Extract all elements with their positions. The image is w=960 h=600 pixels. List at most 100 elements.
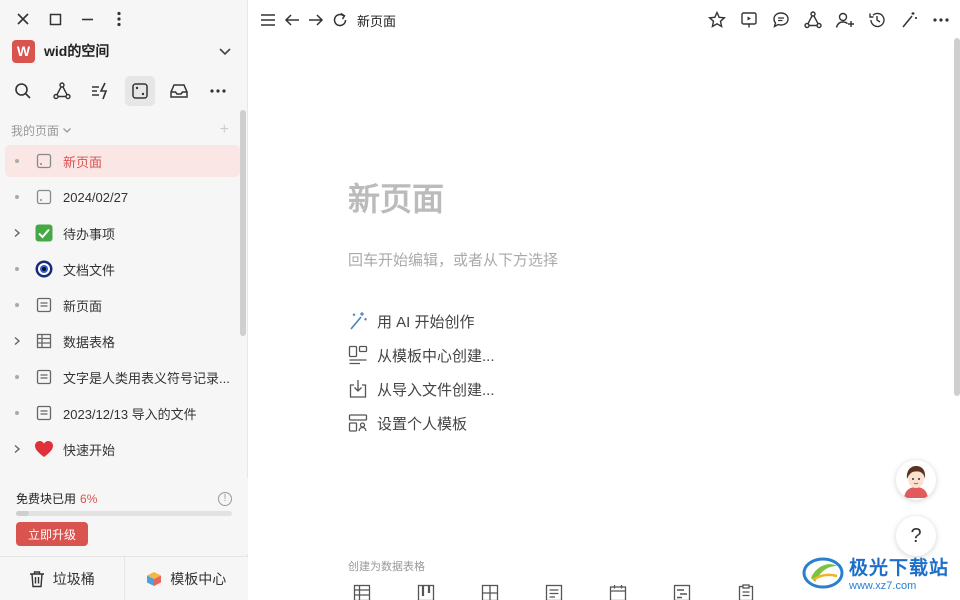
usage-percent: 6% xyxy=(80,491,98,506)
bullet-dot-icon xyxy=(11,155,23,167)
page-icon[interactable] xyxy=(125,76,155,106)
page-title[interactable]: 新页面 xyxy=(348,174,444,220)
history-icon[interactable] xyxy=(866,9,888,31)
section-title[interactable]: 我的页面 xyxy=(11,122,59,139)
section-header: 我的页面 + xyxy=(11,121,229,139)
sidebar-page-label: 新页面 xyxy=(63,154,103,170)
page-icon xyxy=(33,150,55,172)
main-area: 新页面 新页面 回车开始编辑，或者从下方选择 用 AI 开始创作 从模板中心创建… xyxy=(249,0,960,600)
bullet-dot-icon xyxy=(11,371,23,383)
breadcrumb[interactable]: 新页面 xyxy=(357,11,396,30)
close-icon[interactable] xyxy=(14,10,32,28)
back-arrow-icon[interactable] xyxy=(281,9,303,31)
sidebar-page-item[interactable]: 新页面 xyxy=(5,145,240,177)
doc-icon xyxy=(33,366,55,388)
ai-create-option[interactable]: 用 AI 开始创作 xyxy=(347,304,495,338)
workspace-name: wid的空间 xyxy=(44,43,110,59)
comment-icon[interactable] xyxy=(770,9,792,31)
ai-wand-icon xyxy=(347,310,369,332)
watermark-url: www.xz7.com xyxy=(849,579,917,592)
sidebar-scrollbar[interactable] xyxy=(240,110,246,336)
template-icon xyxy=(347,344,369,366)
sidebar-page-item[interactable]: 待办事项 xyxy=(5,217,240,249)
assistant-avatar[interactable] xyxy=(896,460,936,500)
template-center-button[interactable]: 模板中心 xyxy=(125,557,249,600)
inbox-icon[interactable] xyxy=(164,76,194,106)
sidebar-page-item[interactable]: 新页面 xyxy=(5,289,240,321)
forward-arrow-icon[interactable] xyxy=(305,9,327,31)
sidebar-page-label: 新页面 xyxy=(63,298,103,314)
kanban-view-icon[interactable] xyxy=(417,584,435,600)
sidebar-page-item[interactable]: 数据表格 xyxy=(5,325,240,357)
menu-icon[interactable] xyxy=(257,9,279,31)
page-hint[interactable]: 回车开始编辑，或者从下方选择 xyxy=(348,249,558,270)
add-page-button[interactable]: + xyxy=(220,121,229,139)
bullet-dot-icon xyxy=(11,299,23,311)
share-user-icon[interactable] xyxy=(834,9,856,31)
more-icon[interactable] xyxy=(930,9,952,31)
refresh-icon[interactable] xyxy=(329,9,351,31)
heart-icon xyxy=(33,438,55,460)
app-window: W wid的空间 我的页面 + 新页面 2024/02/27 待办事项 文档文件… xyxy=(0,0,960,600)
presentation-icon[interactable] xyxy=(738,9,760,31)
more-vertical-icon[interactable] xyxy=(110,10,128,28)
table-icon xyxy=(33,330,55,352)
sidebar-page-label: 文字是人类用表义符号记录... xyxy=(63,370,230,386)
minimize-icon[interactable] xyxy=(78,10,96,28)
template-create-option[interactable]: 从模板中心创建... xyxy=(347,338,495,372)
star-icon[interactable] xyxy=(706,9,728,31)
chevron-right-icon[interactable] xyxy=(11,227,23,239)
sidebar-page-label: 文档文件 xyxy=(63,262,116,278)
upgrade-button[interactable]: 立即升级 xyxy=(16,522,88,546)
sidebar-page-label: 2023/12/13 导入的文件 xyxy=(63,406,197,422)
import-create-option[interactable]: 从导入文件创建... xyxy=(347,372,495,406)
doc-icon xyxy=(33,294,55,316)
gallery-view-icon[interactable] xyxy=(481,584,499,600)
chevron-right-icon[interactable] xyxy=(11,443,23,455)
sidebar: W wid的空间 我的页面 + 新页面 2024/02/27 待办事项 文档文件… xyxy=(0,0,248,600)
import-icon xyxy=(347,378,369,400)
sidebar-page-label: 快速开始 xyxy=(63,442,116,458)
graph-icon[interactable] xyxy=(802,9,824,31)
sidebar-page-item[interactable]: 文字是人类用表义符号记录... xyxy=(5,361,240,393)
sidebar-page-item[interactable]: 快速开始 xyxy=(5,433,240,465)
personal-template-option[interactable]: 设置个人模板 xyxy=(347,406,495,440)
table-view-icon[interactable] xyxy=(353,584,371,600)
graph-icon[interactable] xyxy=(47,76,77,106)
usage-progress-fill xyxy=(16,511,29,516)
page-tree: 新页面 2024/02/27 待办事项 文档文件 新页面 数据表格 文字是人类用表义符号记录… xyxy=(5,145,240,469)
trash-label: 垃圾桶 xyxy=(52,570,95,587)
chevron-down-icon[interactable] xyxy=(61,124,73,136)
sidebar-page-item[interactable]: 2023/12/13 导入的文件 xyxy=(5,397,240,429)
usage-progress-bar xyxy=(16,511,232,516)
personal-template-icon xyxy=(347,412,369,434)
bullet-dot-icon xyxy=(11,407,23,419)
watermark-icon xyxy=(802,557,844,589)
sidebar-toolbar xyxy=(8,76,233,106)
timeline-view-icon[interactable] xyxy=(673,584,691,600)
chevron-right-icon[interactable] xyxy=(11,335,23,347)
bullet-dot-icon xyxy=(11,263,23,275)
more-icon[interactable] xyxy=(203,76,233,106)
sidebar-page-label: 2024/02/27 xyxy=(63,189,129,205)
bullet-dot-icon xyxy=(11,191,23,203)
sidebar-page-item[interactable]: 文档文件 xyxy=(5,253,240,285)
trash-button[interactable]: 垃圾桶 xyxy=(0,557,125,600)
ai-wand-icon[interactable] xyxy=(898,9,920,31)
option-label: 从导入文件创建... xyxy=(377,381,495,399)
maximize-icon[interactable] xyxy=(46,10,64,28)
usage-label: 免费块已用 xyxy=(16,492,77,506)
form-view-icon[interactable] xyxy=(737,584,755,600)
top-bar-actions xyxy=(706,9,960,31)
sidebar-page-item[interactable]: 2024/02/27 xyxy=(5,181,240,213)
chevron-down-icon[interactable] xyxy=(217,43,233,59)
calendar-view-icon[interactable] xyxy=(609,584,627,600)
main-scrollbar[interactable] xyxy=(954,38,960,396)
doc-icon xyxy=(33,402,55,424)
automation-icon[interactable] xyxy=(86,76,116,106)
list-view-icon[interactable] xyxy=(545,584,563,600)
workspace-switcher[interactable]: W wid的空间 xyxy=(12,38,233,64)
search-icon[interactable] xyxy=(8,76,38,106)
info-icon[interactable]: ! xyxy=(218,491,232,506)
watermark-logo: 极光下载站 www.xz7.com xyxy=(801,548,960,596)
